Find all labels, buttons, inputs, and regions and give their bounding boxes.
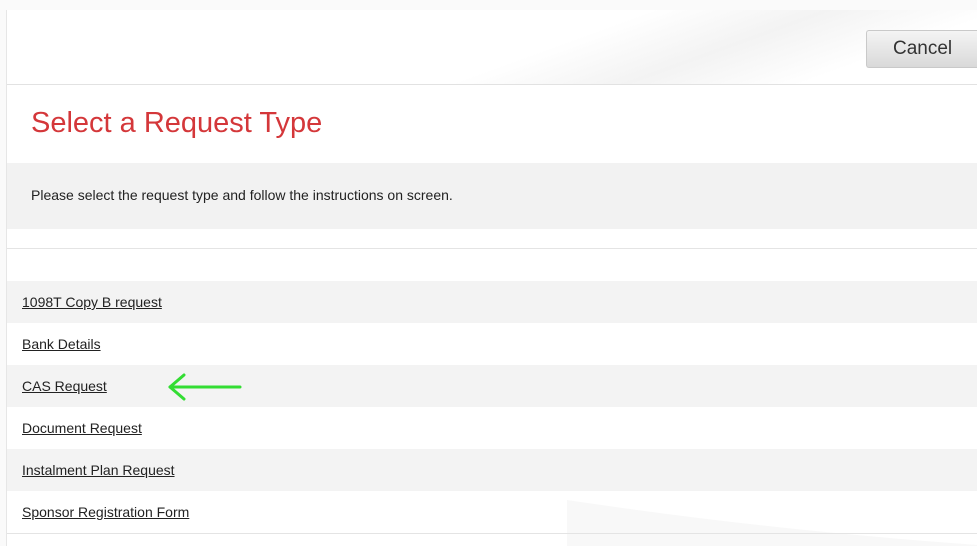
footer-divider bbox=[7, 533, 977, 534]
left-arrow-icon bbox=[168, 373, 242, 401]
request-panel: Cancel Select a Request Type Please sele… bbox=[6, 10, 977, 546]
cancel-button[interactable]: Cancel bbox=[866, 30, 977, 68]
list-item: Instalment Plan Request bbox=[7, 449, 977, 491]
page-title: Select a Request Type bbox=[31, 107, 323, 139]
list-item: CAS Request bbox=[7, 365, 977, 407]
request-link-instalment-plan[interactable]: Instalment Plan Request bbox=[22, 462, 175, 478]
toolbar: Cancel bbox=[7, 10, 977, 85]
instructions-panel: Please select the request type and follo… bbox=[7, 163, 977, 229]
request-link-cas-request[interactable]: CAS Request bbox=[22, 378, 107, 394]
list-item: Document Request bbox=[7, 407, 977, 449]
title-area: Select a Request Type bbox=[7, 85, 977, 163]
divider bbox=[7, 248, 977, 249]
request-link-1098t[interactable]: 1098T Copy B request bbox=[22, 294, 162, 310]
page: Cancel Select a Request Type Please sele… bbox=[0, 0, 977, 546]
request-link-bank-details[interactable]: Bank Details bbox=[22, 336, 101, 352]
list-item: Bank Details bbox=[7, 323, 977, 365]
footer-swoosh-decoration bbox=[567, 500, 977, 546]
request-link-document-request[interactable]: Document Request bbox=[22, 420, 142, 436]
instructions-text: Please select the request type and follo… bbox=[31, 187, 453, 203]
list-item: 1098T Copy B request bbox=[7, 281, 977, 323]
